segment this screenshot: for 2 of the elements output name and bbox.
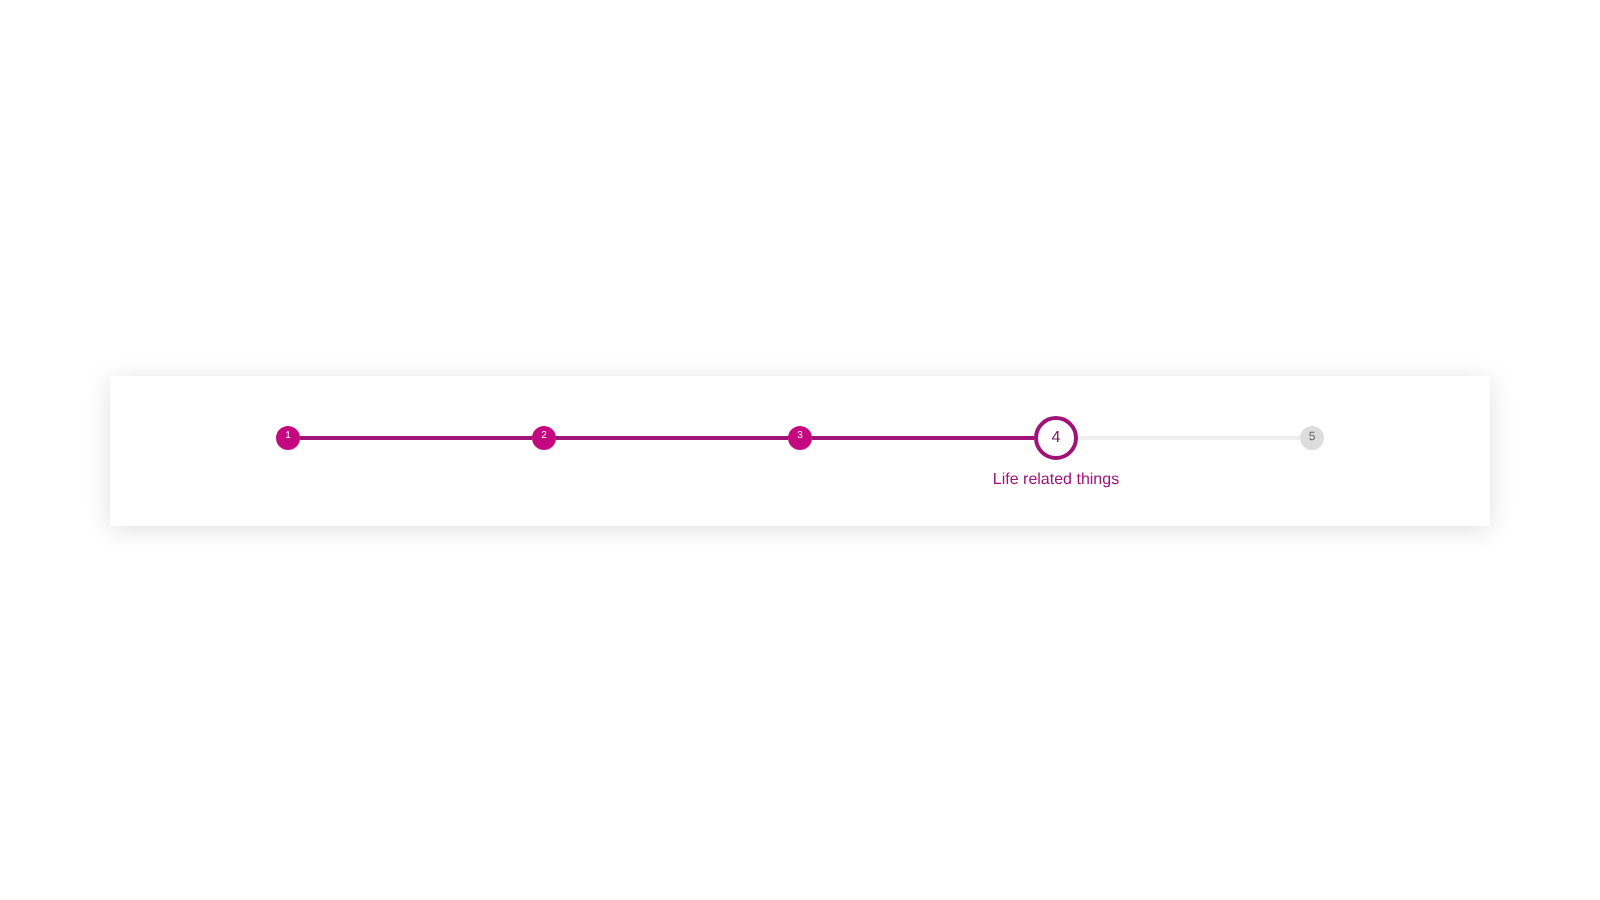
step-marker[interactable]: 4 (1034, 415, 1078, 459)
step-caption: Life related things (992, 467, 1120, 491)
